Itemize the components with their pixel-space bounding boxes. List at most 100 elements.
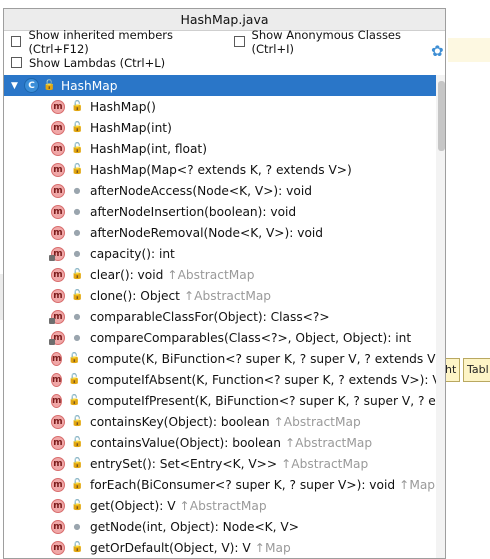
public-visibility-icon: 🔓: [71, 122, 84, 133]
public-visibility-icon: 🔓: [68, 374, 81, 385]
public-visibility-icon: 🔓: [71, 164, 84, 175]
member-signature: getNode(int, Object): Node<K, V>: [90, 519, 299, 534]
member-row[interactable]: m ● comparableClassFor(Object): Class<?>: [4, 306, 436, 327]
member-row[interactable]: m 🔓 containsKey(Object): boolean ↑AbstractM…: [4, 411, 436, 432]
member-row[interactable]: m 🔓 compute(K, BiFunction<? super K, ? sup…: [4, 348, 436, 369]
member-row[interactable]: m ● compareComparables(Class<?>, Object, O…: [4, 327, 436, 348]
member-row[interactable]: m 🔓 entrySet(): Set<Entry<K, V>> ↑AbstractM…: [4, 453, 436, 474]
method-icon: m: [51, 267, 65, 282]
member-signature: HashMap(Map<? extends K, ? extends V>): [90, 162, 352, 177]
member-signature: clear(): void: [90, 267, 164, 282]
method-icon: m: [51, 540, 65, 555]
options-row: Show inherited members (Ctrl+F12) Show A…: [4, 28, 445, 56]
member-signature: compute(K, BiFunction<? super K, ? super…: [87, 351, 436, 366]
member-signature: containsKey(Object): boolean: [90, 414, 270, 429]
member-row[interactable]: m 🔓 get(Object): V ↑AbstractMap: [4, 495, 436, 516]
member-row[interactable]: m 🔓 clear(): void ↑AbstractMap: [4, 264, 436, 285]
package-visibility-icon: ●: [73, 312, 81, 321]
member-signature: containsValue(Object): boolean: [90, 435, 281, 450]
inherited-from-label: ↑AbstractMap: [281, 456, 369, 471]
method-icon: m: [51, 162, 65, 177]
structure-tree[interactable]: ▼ C 🔓 HashMap m 🔓 HashMap() m 🔓 HashMap(int) m…: [4, 75, 436, 558]
member-signature: afterNodeRemoval(Node<K, V>): void: [90, 225, 324, 240]
method-icon: m: [51, 99, 65, 114]
member-row[interactable]: m 🔓 containsValue(Object): boolean ↑Abstrac…: [4, 432, 436, 453]
public-visibility-icon: 🔓: [71, 143, 84, 154]
member-row[interactable]: m 🔓 getOrDefault(Object, V): V ↑Map: [4, 537, 436, 558]
method-icon: m: [51, 183, 65, 198]
inherited-from-label: ↑AbstractMap: [167, 267, 255, 282]
editor-highlight-strip: [448, 38, 490, 62]
member-signature: capacity(): int: [90, 246, 175, 261]
inherited-from-label: ↑AbstractMap: [284, 435, 373, 450]
inherited-from-label: ↑Map: [399, 477, 436, 492]
public-visibility-icon: 🔓: [43, 80, 56, 91]
member-row[interactable]: m ● capacity(): int: [4, 243, 436, 264]
member-row[interactable]: m 🔓 HashMap(int, float): [4, 138, 436, 159]
member-signature: comparableClassFor(Object): Class<?>: [90, 309, 330, 324]
method-icon: m: [49, 330, 65, 345]
show-inherited-option[interactable]: Show inherited members (Ctrl+F12): [11, 28, 224, 56]
member-row[interactable]: m 🔓 HashMap(int): [4, 117, 436, 138]
member-row[interactable]: m ● afterNodeRemoval(Node<K, V>): void: [4, 222, 436, 243]
member-row[interactable]: m ● afterNodeInsertion(boolean): void: [4, 201, 436, 222]
public-visibility-icon: 🔓: [71, 500, 84, 511]
show-anonymous-checkbox[interactable]: [234, 36, 245, 47]
method-icon: m: [51, 435, 65, 450]
method-icon: m: [51, 498, 65, 513]
method-icon: m: [51, 372, 63, 387]
class-icon: C: [24, 78, 39, 93]
public-visibility-icon: 🔓: [71, 290, 84, 301]
method-icon: m: [51, 351, 63, 366]
method-icon: m: [51, 393, 63, 408]
show-inherited-checkbox[interactable]: [11, 36, 22, 47]
method-icon: m: [49, 309, 65, 324]
member-row[interactable]: m 🔓 clone(): Object ↑AbstractMap: [4, 285, 436, 306]
show-anonymous-label: Show Anonymous Classes (Ctrl+I): [251, 27, 401, 56]
show-lambdas-checkbox[interactable]: [11, 57, 22, 68]
member-row[interactable]: m ● afterNodeAccess(Node<K, V>): void: [4, 180, 436, 201]
scrollbar-thumb[interactable]: [438, 81, 445, 151]
tree-root-row[interactable]: ▼ C 🔓 HashMap: [4, 75, 436, 96]
member-signature: computeIfPresent(K, BiFunction<? super K…: [87, 393, 436, 408]
show-lambdas-label: Show Lambdas (Ctrl+L): [29, 55, 166, 70]
member-signature: entrySet(): Set<Entry<K, V>>: [90, 456, 278, 471]
inherited-from-label: ↑AbstractMap: [179, 498, 267, 513]
package-visibility-icon: ●: [73, 249, 81, 258]
package-visibility-icon: ●: [73, 207, 81, 216]
method-icon: m: [51, 288, 65, 303]
public-visibility-icon: 🔓: [68, 395, 81, 406]
public-visibility-icon: 🔓: [71, 101, 84, 112]
member-signature: afterNodeAccess(Node<K, V>): void: [90, 183, 312, 198]
member-signature: getOrDefault(Object, V): V: [90, 540, 251, 555]
member-signature: clone(): Object: [90, 288, 180, 303]
gear-icon[interactable]: ✿: [431, 44, 444, 59]
method-icon: m: [51, 204, 65, 219]
member-signature: forEach(BiConsumer<? super K, ? super V>…: [90, 477, 396, 492]
member-row[interactable]: m ● getNode(int, Object): Node<K, V>: [4, 516, 436, 537]
inherited-from-label: ↑AbstractMap: [273, 414, 361, 429]
show-anonymous-option[interactable]: Show Anonymous Classes (Ctrl+I): [234, 28, 435, 56]
editor-tab-chip[interactable]: Tabl: [463, 358, 490, 382]
member-row[interactable]: m 🔓 HashMap(Map<? extends K, ? extends V>): [4, 159, 436, 180]
public-visibility-icon: 🔓: [71, 479, 84, 490]
public-visibility-icon: 🔓: [71, 437, 84, 448]
member-row[interactable]: m 🔓 computeIfAbsent(K, Function<? super K,…: [4, 369, 436, 390]
member-signature: HashMap(): [90, 99, 156, 114]
member-signature: compareComparables(Class<?>, Object, Obj…: [90, 330, 412, 345]
chevron-down-icon[interactable]: ▼: [11, 81, 21, 91]
show-lambdas-option[interactable]: Show Lambdas (Ctrl+L): [11, 56, 165, 70]
method-icon: m: [51, 141, 65, 156]
member-signature: HashMap(int): [90, 120, 172, 135]
inherited-from-label: ↑AbstractMap: [183, 288, 272, 303]
package-visibility-icon: ●: [73, 228, 81, 237]
public-visibility-icon: 🔓: [71, 269, 84, 280]
package-visibility-icon: ●: [73, 522, 81, 531]
public-visibility-icon: 🔓: [68, 353, 81, 364]
member-row[interactable]: m 🔓 HashMap(): [4, 96, 436, 117]
member-row[interactable]: m 🔓 computeIfPresent(K, BiFunction<? super…: [4, 390, 436, 411]
public-visibility-icon: 🔓: [71, 416, 84, 427]
member-row[interactable]: m 🔓 forEach(BiConsumer<? super K, ? super …: [4, 474, 436, 495]
package-visibility-icon: ●: [73, 333, 81, 342]
member-signature: HashMap(int, float): [90, 141, 207, 156]
